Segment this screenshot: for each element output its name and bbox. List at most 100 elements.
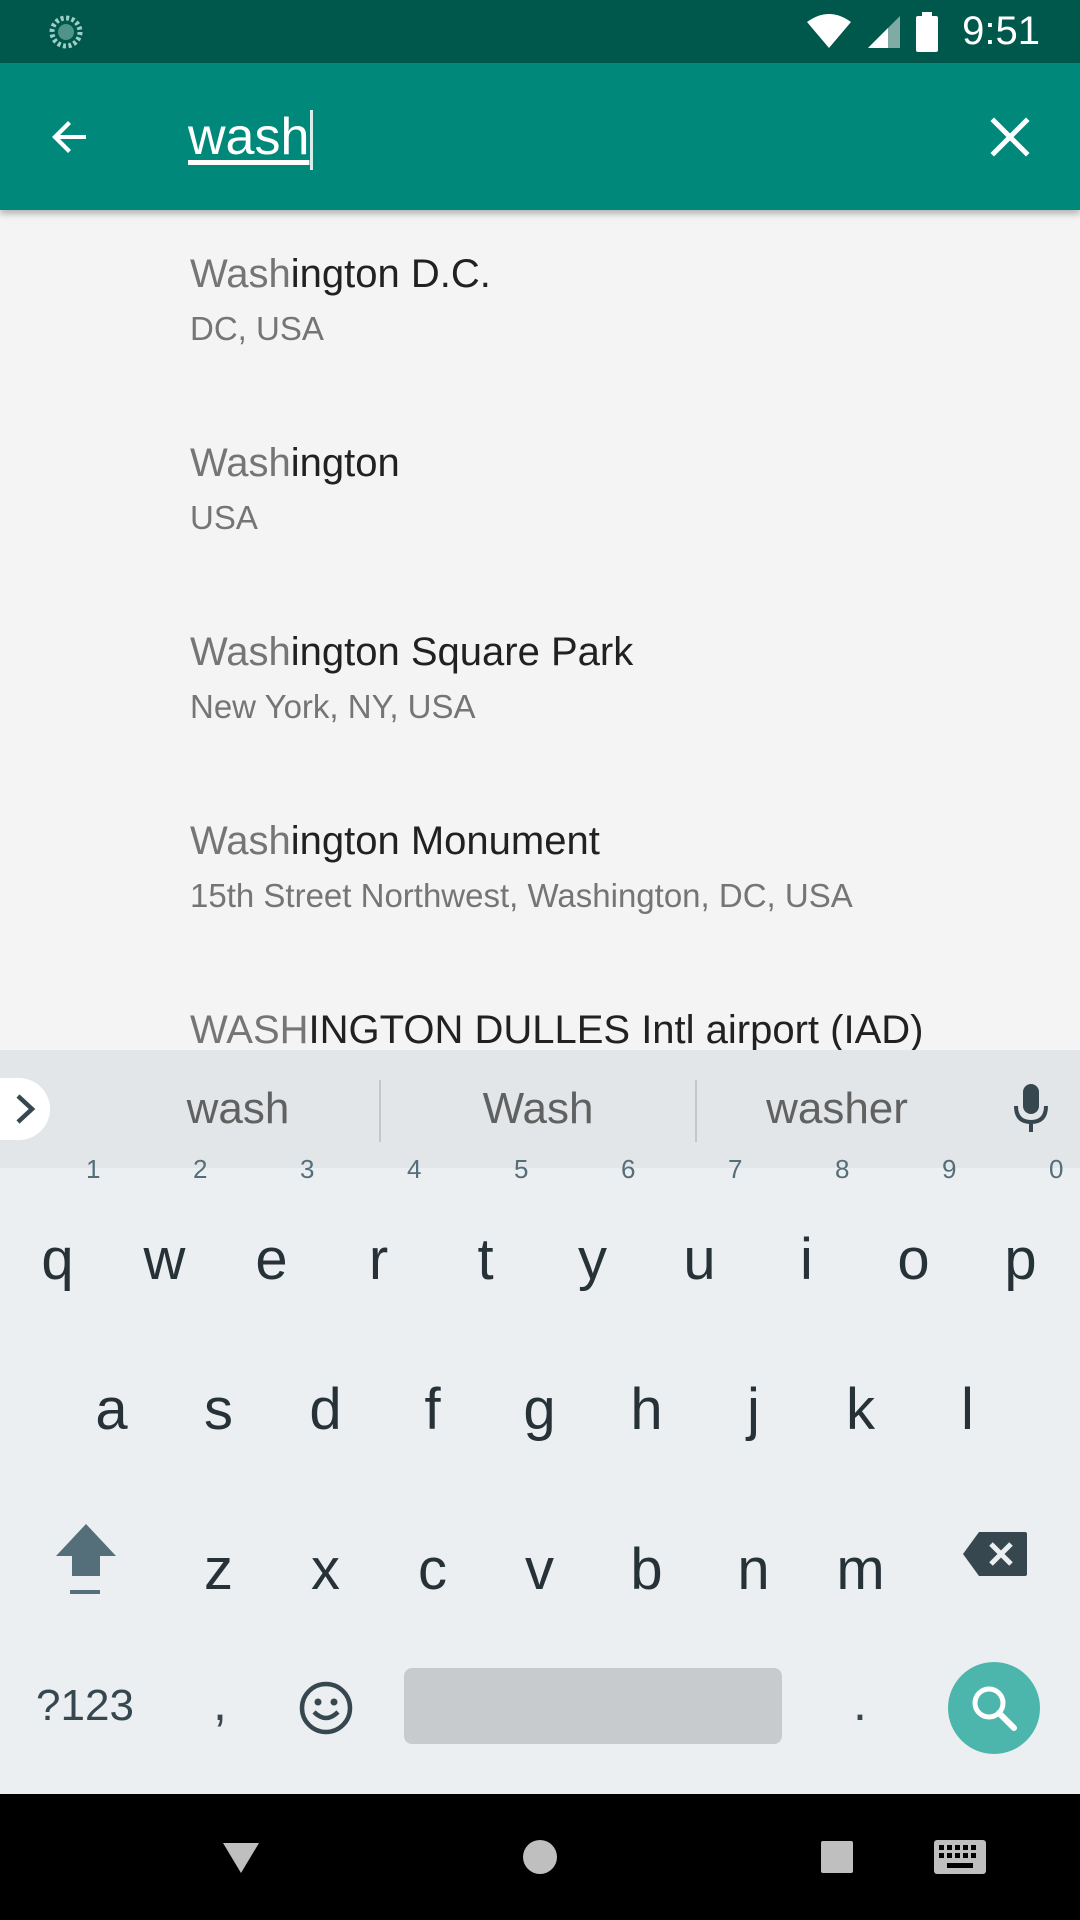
nav-recents-icon <box>821 1841 853 1873</box>
soft-keyboard: wash Wash washer ?123 , . q 1 w 2 e 3 r … <box>0 1050 1080 1794</box>
chevron-right-icon <box>16 1094 36 1124</box>
key-f[interactable]: f <box>379 1360 486 1460</box>
key-o[interactable]: o <box>860 1210 967 1310</box>
key-m[interactable]: m <box>807 1520 914 1620</box>
suggestion-3[interactable]: washer <box>697 1050 977 1168</box>
search-results-list: Washington D.C. DC, USA Washington USA W… <box>0 210 1080 1050</box>
key-n[interactable]: n <box>700 1520 807 1620</box>
result-item[interactable]: Washington Square Park New York, NY, USA <box>0 588 1080 777</box>
key-hint-w: 2 <box>193 1154 208 1184</box>
key-hint-q: 1 <box>86 1154 101 1184</box>
suggestion-1[interactable]: wash <box>60 1050 416 1168</box>
result-item[interactable]: Washington Monument 15th Street Northwes… <box>0 777 1080 966</box>
result-title-rest: ington D.C. <box>290 252 491 296</box>
status-icons: 9:51 <box>806 0 1040 63</box>
back-button[interactable] <box>40 107 100 167</box>
status-bar: 9:51 <box>0 0 1080 63</box>
result-title-match: Wash <box>190 441 291 485</box>
key-w[interactable]: w <box>111 1210 218 1310</box>
emoji-icon <box>299 1681 353 1735</box>
key-j[interactable]: j <box>700 1360 807 1460</box>
key-u[interactable]: u <box>646 1210 753 1310</box>
key-hint-t: 5 <box>514 1154 529 1184</box>
text-cursor <box>310 110 314 171</box>
keyboard-switch-icon <box>934 1840 986 1874</box>
result-title: WASHINGTON DULLES Intl airport (IAD) <box>190 1008 923 1050</box>
nav-home-button[interactable] <box>507 1824 573 1890</box>
suggestion-strip: wash Wash washer <box>0 1050 1080 1168</box>
key-y[interactable]: y <box>539 1210 646 1310</box>
key-v[interactable]: v <box>486 1520 593 1620</box>
nav-home-icon <box>523 1840 557 1874</box>
key-hint-y: 6 <box>621 1154 636 1184</box>
clear-search-button[interactable] <box>980 107 1040 167</box>
search-action-key[interactable] <box>948 1662 1040 1754</box>
nav-recents-button[interactable] <box>804 1824 870 1890</box>
key-g[interactable]: g <box>486 1360 593 1460</box>
result-item[interactable]: Washington USA <box>0 399 1080 588</box>
key-c[interactable]: c <box>379 1520 486 1620</box>
key-p[interactable]: p <box>967 1210 1074 1310</box>
result-title: Washington <box>190 441 400 486</box>
back-arrow-icon <box>52 121 86 153</box>
battery-icon <box>916 11 939 52</box>
key-k[interactable]: k <box>807 1360 914 1460</box>
search-input[interactable]: wash <box>188 97 948 177</box>
result-title-rest: ington Monument <box>290 819 600 863</box>
result-subtitle: 15th Street Northwest, Washington, DC, U… <box>190 877 853 914</box>
screen: 9:51 wash Washington D.C. DC, USA Washin… <box>0 0 1080 1920</box>
result-subtitle: New York, NY, USA <box>190 688 476 725</box>
keyboard-menu-button[interactable] <box>0 1078 50 1140</box>
key-h[interactable]: h <box>593 1360 700 1460</box>
backspace-icon <box>963 1532 1027 1576</box>
result-title-match: WASH <box>190 1008 309 1050</box>
backspace-key[interactable] <box>960 1530 1030 1600</box>
result-title: Washington Square Park <box>190 630 633 675</box>
result-subtitle: DC, USA <box>190 310 324 347</box>
key-l[interactable]: l <box>914 1360 1021 1460</box>
search-query: wash <box>188 108 310 166</box>
emoji-key[interactable] <box>296 1680 356 1740</box>
key-hint-u: 7 <box>728 1154 743 1184</box>
result-item[interactable]: WASHINGTON DULLES Intl airport (IAD) <box>0 966 1080 1050</box>
close-icon <box>990 117 1030 157</box>
symbols-key[interactable]: ?123 <box>20 1668 150 1744</box>
key-r[interactable]: r <box>325 1210 432 1310</box>
keyboard-switch-button[interactable] <box>927 1824 993 1890</box>
search-toolbar: wash <box>0 63 1080 210</box>
period-key[interactable]: . <box>830 1668 890 1744</box>
key-t[interactable]: t <box>432 1210 539 1310</box>
nav-back-button[interactable] <box>208 1824 274 1890</box>
comma-key[interactable]: , <box>190 1668 250 1744</box>
key-e[interactable]: e <box>218 1210 325 1310</box>
key-hint-p: 0 <box>1049 1154 1064 1184</box>
sync-icon <box>49 15 83 49</box>
key-s[interactable]: s <box>165 1360 272 1460</box>
wifi-icon <box>807 13 852 48</box>
result-title-match: Wash <box>190 630 291 674</box>
status-time: 9:51 <box>962 9 1040 53</box>
key-hint-o: 9 <box>942 1154 957 1184</box>
key-d[interactable]: d <box>272 1360 379 1460</box>
result-title: Washington Monument <box>190 819 600 864</box>
voice-input-button[interactable] <box>1006 1084 1056 1134</box>
key-z[interactable]: z <box>165 1520 272 1620</box>
key-i[interactable]: i <box>753 1210 860 1310</box>
key-hint-i: 8 <box>835 1154 850 1184</box>
mic-icon <box>1014 1084 1048 1132</box>
key-b[interactable]: b <box>593 1520 700 1620</box>
shift-icon <box>56 1524 116 1594</box>
key-q[interactable]: q <box>4 1210 111 1310</box>
key-hint-r: 4 <box>407 1154 422 1184</box>
result-title-rest: ington Square Park <box>290 630 634 674</box>
shift-key[interactable] <box>44 1520 128 1620</box>
space-key[interactable] <box>404 1668 782 1744</box>
result-item[interactable]: Washington D.C. DC, USA <box>0 210 1080 399</box>
key-a[interactable]: a <box>58 1360 165 1460</box>
key-x[interactable]: x <box>272 1520 379 1620</box>
result-title-match: Wash <box>190 252 291 296</box>
result-subtitle: USA <box>190 499 258 536</box>
suggestion-2[interactable]: Wash <box>381 1050 695 1168</box>
result-title-rest: ington <box>290 441 400 485</box>
result-title-rest: INGTON DULLES Intl airport (IAD) <box>308 1008 924 1050</box>
